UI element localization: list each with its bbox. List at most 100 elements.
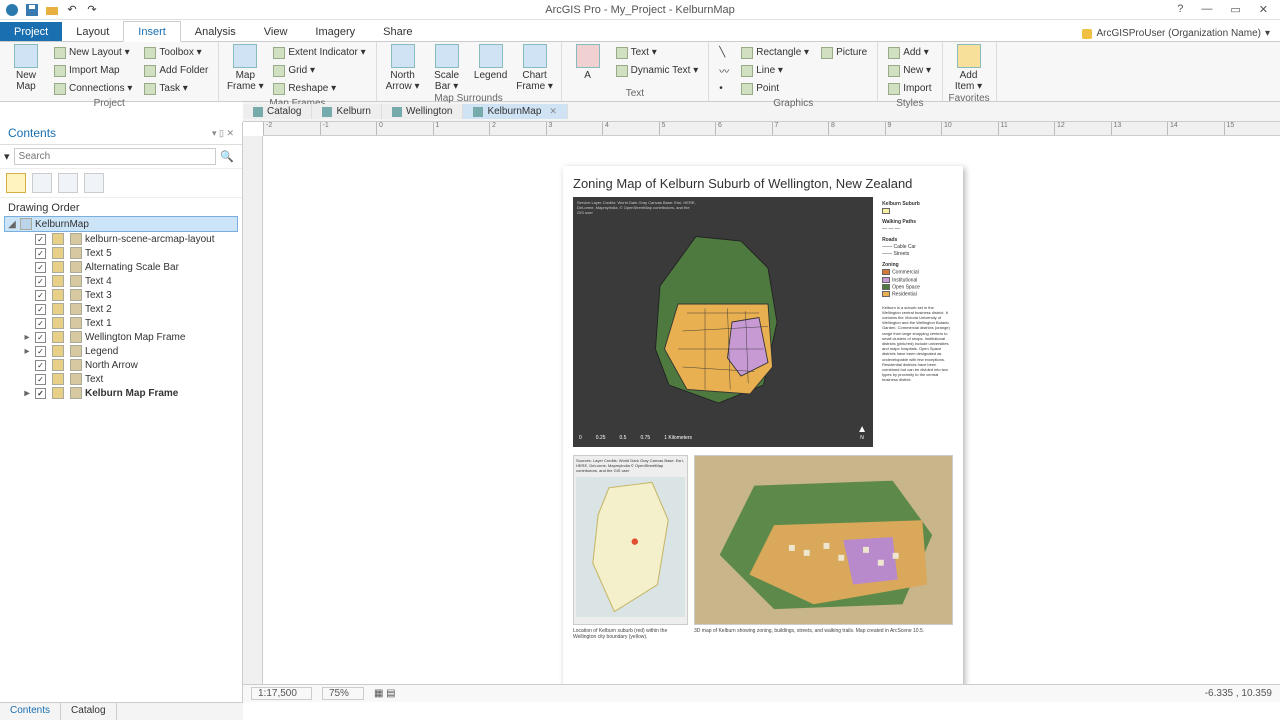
tree-item[interactable]: ✓North Arrow bbox=[4, 358, 238, 372]
minimize-icon[interactable]: — bbox=[1201, 3, 1212, 16]
legend-button[interactable]: Legend bbox=[471, 44, 511, 81]
tree-item[interactable]: ✓Text 3 bbox=[4, 288, 238, 302]
lock-icon bbox=[52, 373, 64, 385]
lock-icon bbox=[52, 345, 64, 357]
lock-icon bbox=[52, 387, 64, 399]
lock-icon bbox=[52, 261, 64, 273]
pane-options-icon[interactable]: ▾ ▯ ✕ bbox=[212, 128, 234, 139]
text-small-button[interactable]: Text ▾ bbox=[612, 44, 703, 61]
main-map-frame[interactable]: Service Layer Credits: World Dark Gray C… bbox=[573, 197, 873, 447]
tree-item[interactable]: ✓Text 2 bbox=[4, 302, 238, 316]
layout-page[interactable]: Zoning Map of Kelburn Suburb of Wellingt… bbox=[563, 166, 963, 684]
vtab-kelburn[interactable]: Kelburn bbox=[312, 104, 381, 119]
open-icon[interactable] bbox=[44, 2, 60, 18]
vertical-ruler bbox=[243, 136, 263, 684]
layout-canvas[interactable]: -2-10123456789101112131415 Zoning Map of… bbox=[243, 122, 1280, 702]
save-icon[interactable] bbox=[24, 2, 40, 18]
tree-root[interactable]: ◢KelburnMap bbox=[4, 216, 238, 232]
chart-frame-button[interactable]: Chart Frame ▾ bbox=[515, 44, 555, 92]
tree-item[interactable]: ✓kelburn-scene-arcmap-layout bbox=[4, 232, 238, 246]
tab-view[interactable]: View bbox=[250, 22, 302, 41]
search-input[interactable] bbox=[14, 148, 217, 165]
point-button[interactable]: Point bbox=[737, 80, 813, 97]
filter-icon[interactable]: ▾ bbox=[4, 150, 10, 163]
user-badge[interactable]: ArcGISProUser (Organization Name) ▾ bbox=[1072, 26, 1280, 41]
ribbon: New Map New Layout ▾ Import Map Connecti… bbox=[0, 42, 1280, 102]
tree-item[interactable]: ▸✓Wellington Map Frame bbox=[4, 330, 238, 344]
scale-bar-button[interactable]: Scale Bar ▾ bbox=[427, 44, 467, 92]
window-title: ArcGIS Pro - My_Project - KelburnMap bbox=[545, 4, 735, 16]
close-tab-icon[interactable]: ✕ bbox=[549, 106, 557, 117]
tree-item[interactable]: ✓Text bbox=[4, 372, 238, 386]
list-by-selection-button[interactable] bbox=[58, 173, 78, 193]
list-by-drawing-order-button[interactable] bbox=[6, 173, 26, 193]
tab-layout[interactable]: Layout bbox=[62, 22, 123, 41]
list-by-source-button[interactable] bbox=[32, 173, 52, 193]
tree-item[interactable]: ✓Text 1 bbox=[4, 316, 238, 330]
styles-import-button[interactable]: Import bbox=[884, 80, 935, 97]
extent-indicator-button[interactable]: Extent Indicator ▾ bbox=[269, 44, 369, 61]
scale-selector[interactable]: 1:17,500 bbox=[251, 687, 312, 700]
new-layout-button[interactable]: New Layout ▾ bbox=[50, 44, 136, 61]
undo-icon[interactable]: ↶ bbox=[64, 2, 80, 18]
vtab-catalog[interactable]: Catalog bbox=[243, 104, 312, 119]
lock-icon bbox=[52, 331, 64, 343]
dot-tool-icon[interactable]: • bbox=[715, 80, 733, 97]
tab-analysis[interactable]: Analysis bbox=[181, 22, 250, 41]
quick-access-toolbar: ↶ ↷ ArcGIS Pro - My_Project - KelburnMap… bbox=[0, 0, 1280, 20]
vtab-kelburnmap[interactable]: KelburnMap✕ bbox=[463, 104, 567, 119]
contents-footer-tabs: Contents Catalog bbox=[0, 702, 243, 720]
picture-button[interactable]: Picture bbox=[817, 44, 871, 61]
toolbox-button[interactable]: Toolbox ▾ bbox=[140, 44, 212, 61]
tree-item[interactable]: ✓Text 4 bbox=[4, 274, 238, 288]
ctab-catalog[interactable]: Catalog bbox=[61, 703, 116, 720]
map-frame-button[interactable]: Map Frame ▾ bbox=[225, 44, 265, 92]
tree-item[interactable]: ▸✓Kelburn Map Frame bbox=[4, 386, 238, 400]
connections-button[interactable]: Connections ▾ bbox=[50, 80, 136, 97]
add-folder-button[interactable]: Add Folder bbox=[140, 62, 212, 79]
ctab-contents[interactable]: Contents bbox=[0, 703, 61, 720]
curve-tool-icon[interactable]: 〰 bbox=[715, 62, 733, 79]
tree-item[interactable]: ✓Alternating Scale Bar bbox=[4, 260, 238, 274]
styles-add-button[interactable]: Add ▾ bbox=[884, 44, 935, 61]
element-icon bbox=[70, 261, 82, 273]
horizontal-ruler: -2-10123456789101112131415 bbox=[263, 122, 1280, 136]
scene-map-frame[interactable] bbox=[694, 455, 953, 625]
caption-2: 3D map of Kelburn showing zoning, buildi… bbox=[694, 628, 953, 640]
element-icon bbox=[70, 345, 82, 357]
tree-item[interactable]: ▸✓Legend bbox=[4, 344, 238, 358]
tab-share[interactable]: Share bbox=[369, 22, 426, 41]
dynamic-text-button[interactable]: Dynamic Text ▾ bbox=[612, 62, 703, 79]
overview-map-frame[interactable]: Sources: Layer Credits: World Dark Gray … bbox=[573, 455, 688, 625]
tab-project[interactable]: Project bbox=[0, 22, 62, 41]
element-icon bbox=[70, 387, 82, 399]
grid-button[interactable]: Grid ▾ bbox=[269, 62, 369, 79]
search-icon[interactable]: 🔍 bbox=[216, 150, 238, 163]
new-map-button[interactable]: New Map bbox=[6, 44, 46, 92]
zoom-selector[interactable]: 75% bbox=[322, 687, 364, 700]
kelburn-zoning-polygon bbox=[628, 232, 818, 412]
vtab-wellington[interactable]: Wellington bbox=[382, 104, 464, 119]
reshape-button[interactable]: Reshape ▾ bbox=[269, 80, 369, 97]
help-icon[interactable]: ? bbox=[1177, 3, 1183, 16]
styles-new-button[interactable]: New ▾ bbox=[884, 62, 935, 79]
maximize-icon[interactable]: ▭ bbox=[1230, 3, 1240, 16]
rectangle-button[interactable]: Rectangle ▾ bbox=[737, 44, 813, 61]
element-icon bbox=[70, 275, 82, 287]
task-button[interactable]: Task ▾ bbox=[140, 80, 212, 97]
redo-icon[interactable]: ↷ bbox=[84, 2, 100, 18]
line-tool-icon[interactable]: ╲ bbox=[715, 44, 733, 61]
lock-icon bbox=[52, 247, 64, 259]
tree-item[interactable]: ✓Text 5 bbox=[4, 246, 238, 260]
tab-insert[interactable]: Insert bbox=[123, 21, 181, 42]
view-mode-icon[interactable]: ▦ ▤ bbox=[374, 688, 396, 699]
north-arrow-button[interactable]: North Arrow ▾ bbox=[383, 44, 423, 92]
tab-imagery[interactable]: Imagery bbox=[301, 22, 369, 41]
line-button[interactable]: Line ▾ bbox=[737, 62, 813, 79]
list-by-element-type-button[interactable] bbox=[84, 173, 104, 193]
text-button[interactable]: A bbox=[568, 44, 608, 81]
add-item-button[interactable]: Add Item ▾ bbox=[949, 44, 989, 92]
close-icon[interactable]: ✕ bbox=[1259, 3, 1268, 16]
import-map-button[interactable]: Import Map bbox=[50, 62, 136, 79]
element-icon bbox=[70, 317, 82, 329]
